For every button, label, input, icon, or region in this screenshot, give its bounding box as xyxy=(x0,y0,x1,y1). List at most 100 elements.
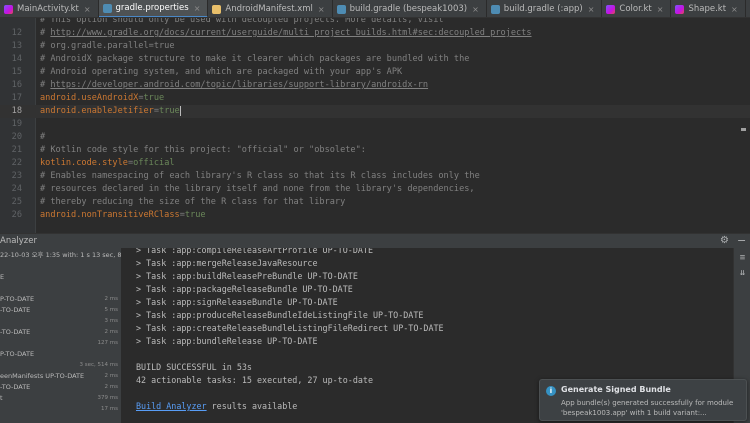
code-line[interactable]: 12 # http://www.gradle.org/docs/current/u… xyxy=(0,27,750,40)
code-editor[interactable]: # This option should only be used with d… xyxy=(0,18,750,233)
tree-node[interactable]: P-TO-DATE xyxy=(0,349,121,360)
console-line: Build Analyzer results available xyxy=(136,400,297,413)
close-icon[interactable]: × xyxy=(472,5,479,14)
info-icon: i xyxy=(546,386,556,396)
property-value: official xyxy=(133,158,175,168)
tree-node[interactable]: -TO-DATE 5 ms xyxy=(0,305,121,316)
console-line: > Task :app:mergeReleaseJavaResource xyxy=(136,258,318,268)
code-line[interactable]: 14 # AndroidX package structure to make i… xyxy=(0,53,750,66)
tab-androidmanifest-xml[interactable]: AndroidManifest.xml × xyxy=(208,0,333,17)
line-text: android.nonTransitiveRClass=true xyxy=(40,209,206,222)
code-line[interactable]: 22 kotlin.code.style=official xyxy=(0,157,750,170)
code-line[interactable]: 18 android.enableJetifier=true xyxy=(0,105,750,118)
line-number: 21 xyxy=(11,145,22,155)
tree-node[interactable]: eenManifests UP-TO-DATE 2 ms xyxy=(0,371,121,382)
tree-node[interactable]: 22-10-03 오후 1:35 with: 1 s 13 sec, 83 ms xyxy=(0,250,121,261)
tab-mainactivity-kt[interactable]: MainActivity.kt × xyxy=(0,0,99,17)
comment-text: # org.gradle.parallel=true xyxy=(40,41,175,51)
tree-node[interactable] xyxy=(0,283,121,294)
tree-node[interactable]: -TO-DATE 2 ms xyxy=(0,382,121,393)
console-line: > Task :app:bundleRelease UP-TO-DATE xyxy=(136,336,318,346)
line-text: # org.gradle.parallel=true xyxy=(40,40,175,53)
gear-icon[interactable]: ⚙ xyxy=(720,235,729,246)
close-icon[interactable]: × xyxy=(657,5,664,14)
line-number: 15 xyxy=(11,67,22,77)
tree-node[interactable]: t 379 ms xyxy=(0,393,121,404)
close-icon[interactable]: × xyxy=(84,5,91,14)
console-line: > Task :app:buildReleasePreBundle UP-TO-… xyxy=(136,271,358,281)
line-number: 17 xyxy=(11,93,22,103)
tree-node[interactable] xyxy=(0,261,121,272)
notification-title: Generate Signed Bundle xyxy=(561,385,671,394)
tab-build-gradle-bespeak1003-[interactable]: build.gradle (bespeak1003) × xyxy=(333,0,487,17)
property-key: android.enableJetifier xyxy=(40,106,154,116)
code-line[interactable]: 15 # Android operating system, and which … xyxy=(0,66,750,79)
build-analyzer-link[interactable]: Build Analyzer xyxy=(136,401,207,411)
tree-node-label: -TO-DATE xyxy=(0,328,31,336)
tree-node[interactable]: 3 sec, 514 ms xyxy=(0,360,121,371)
gradle-file-icon xyxy=(336,4,346,14)
task-duration: 127 ms xyxy=(97,340,118,346)
code-line[interactable]: 23 # Enables namespacing of each library'… xyxy=(0,170,750,183)
close-icon[interactable]: × xyxy=(318,5,325,14)
task-duration: 17 ms xyxy=(101,406,118,412)
line-text: # AndroidX package structure to make it … xyxy=(40,53,469,66)
code-line[interactable]: 17 android.useAndroidX=true xyxy=(0,92,750,105)
line-number: 16 xyxy=(11,80,22,90)
build-tree[interactable]: 22-10-03 오후 1:35 with: 1 s 13 sec, 83 ms… xyxy=(0,248,122,423)
code-line[interactable]: 21 # Kotlin code style for this project: … xyxy=(0,144,750,157)
code-line[interactable]: 24 # resources declared in the library it… xyxy=(0,183,750,196)
line-text: # http://www.gradle.org/docs/current/use… xyxy=(40,27,532,40)
comment-text: # Kotlin code style for this project: "o… xyxy=(40,145,366,155)
task-duration: 3 ms xyxy=(104,318,118,324)
tab-label: AndroidManifest.xml xyxy=(225,4,313,14)
tree-node[interactable]: -TO-DATE 2 ms xyxy=(0,327,121,338)
comment-text: # Android operating system, and which ar… xyxy=(40,67,403,77)
build-analyzer-title[interactable]: Analyzer xyxy=(0,236,37,246)
code-line[interactable]: 20 # xyxy=(0,131,750,144)
line-number: 20 xyxy=(11,132,22,142)
close-icon[interactable]: × xyxy=(731,5,738,14)
line-text: kotlin.code.style=official xyxy=(40,157,175,170)
tree-node-label: -TO-DATE xyxy=(0,383,31,391)
line-number: 13 xyxy=(11,41,22,51)
url-link[interactable]: https://developer.android.com/topic/libr… xyxy=(50,80,428,90)
console-text: results available xyxy=(206,401,298,411)
line-number: 14 xyxy=(11,54,22,64)
tree-node[interactable]: 17 ms xyxy=(0,404,121,415)
tab-build-gradle-app-[interactable]: build.gradle (:app) × xyxy=(487,0,603,17)
tab-label: Color.kt xyxy=(619,4,652,14)
code-line[interactable]: 26 android.nonTransitiveRClass=true xyxy=(0,209,750,222)
comment-text: # thereby reducing the size of the R cla… xyxy=(40,197,346,207)
minimize-icon[interactable]: − xyxy=(737,234,746,247)
tab-gradle-properties[interactable]: gradle.properties × xyxy=(98,0,209,17)
code-line[interactable]: # This option should only be used with d… xyxy=(0,18,750,27)
console-line: > Task :app:packageReleaseBundle UP-TO-D… xyxy=(136,284,353,294)
notification-body-line[interactable]: 'bespeak1003.app' with 1 build variant:.… xyxy=(561,409,707,417)
task-duration: 2 ms xyxy=(104,384,118,390)
comment-text: # AndroidX package structure to make it … xyxy=(40,54,470,64)
text-caret xyxy=(179,105,181,116)
tab-theme-kt[interactable]: Theme.kt× xyxy=(746,0,750,17)
task-duration: 2 ms xyxy=(104,296,118,302)
tree-node[interactable]: 3 ms xyxy=(0,316,121,327)
tab-color-kt[interactable]: Color.kt × xyxy=(602,0,672,17)
tree-node[interactable]: E xyxy=(0,272,121,283)
line-number: 22 xyxy=(11,158,22,168)
close-icon[interactable]: × xyxy=(588,5,595,14)
code-line[interactable]: 13 # org.gradle.parallel=true xyxy=(0,40,750,53)
code-line[interactable]: 19 xyxy=(0,118,750,131)
url-link[interactable]: http://www.gradle.org/docs/current/userg… xyxy=(50,28,531,38)
property-key: android.nonTransitiveRClass xyxy=(40,210,180,220)
xml-file-icon xyxy=(212,4,222,14)
code-line[interactable]: 25 # thereby reducing the size of the R c… xyxy=(0,196,750,209)
code-line[interactable]: 16 # https://developer.android.com/topic/… xyxy=(0,79,750,92)
tree-node[interactable]: 127 ms xyxy=(0,338,121,349)
tab-shape-kt[interactable]: Shape.kt × xyxy=(671,0,746,17)
close-icon[interactable]: × xyxy=(194,4,201,13)
soft-wrap-icon[interactable]: ≡ xyxy=(737,253,748,264)
scroll-to-end-icon[interactable]: ⇊ xyxy=(737,268,748,279)
console-line: > Task :app:createReleaseBundleListingFi… xyxy=(136,323,444,333)
tree-node[interactable]: P-TO-DATE 2 ms xyxy=(0,294,121,305)
notification-balloon[interactable]: i Generate Signed Bundle App bundle(s) g… xyxy=(539,379,747,421)
